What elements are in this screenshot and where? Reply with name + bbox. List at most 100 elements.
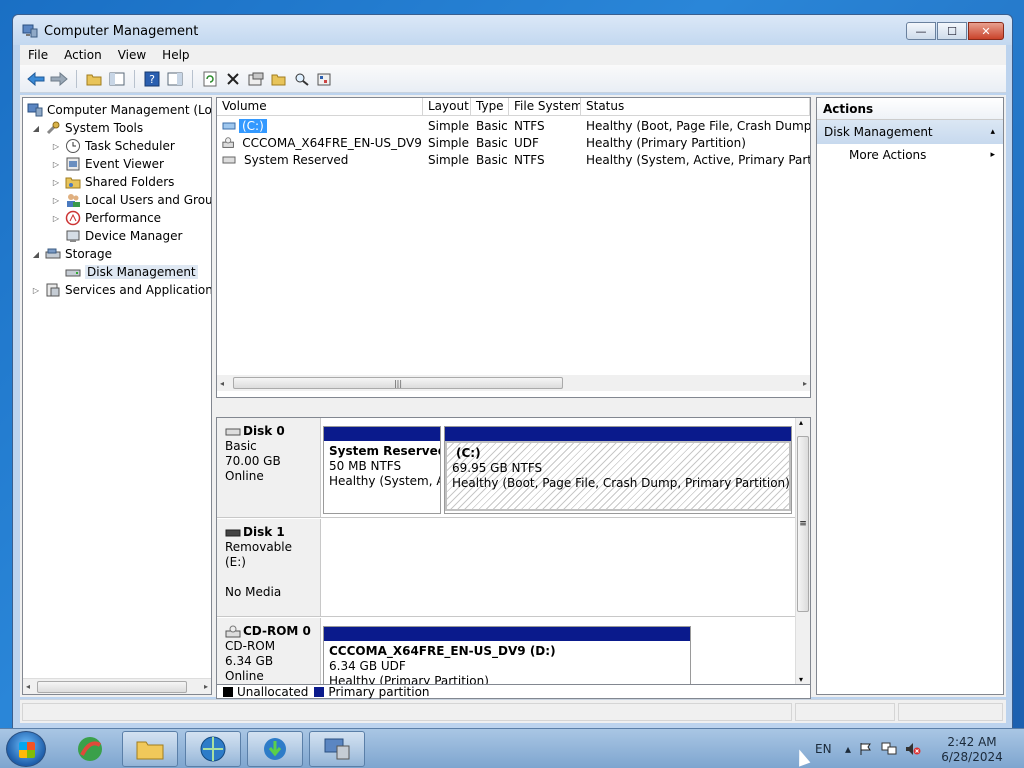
expand-arrow-icon[interactable]: ▷ [31, 286, 41, 295]
search-button[interactable] [292, 69, 312, 89]
language-indicator: EN [815, 742, 832, 756]
menu-help[interactable]: Help [154, 48, 197, 62]
expand-arrow-icon[interactable]: ▷ [51, 160, 61, 169]
scroll-thumb[interactable]: ≡ [797, 436, 809, 612]
close-button[interactable]: ✕ [968, 22, 1004, 40]
volume-cell: CCCOMA_X64FRE_EN-US_DV9 (D:) [217, 136, 423, 150]
volume-horizontal-scrollbar[interactable]: ◂ ||| ▸ [217, 375, 810, 391]
volume-muted-icon[interactable] [905, 742, 921, 756]
scroll-thumb[interactable] [37, 681, 187, 693]
tree-horizontal-scrollbar[interactable]: ◂ ▸ [23, 678, 211, 694]
show-hide-tree-button[interactable] [107, 69, 127, 89]
maximize-button[interactable]: ☐ [937, 22, 967, 40]
tree-item-computer-management[interactable]: Computer Management (Local [27, 101, 211, 119]
disk-row-disk0[interactable]: Disk 0 Basic 70.00 GB Online System Rese… [217, 418, 797, 518]
scroll-thumb[interactable]: ||| [233, 377, 563, 389]
disk-row-disk1[interactable]: Disk 1 Removable (E:) No Media [217, 519, 797, 617]
up-folder-button[interactable] [84, 69, 104, 89]
column-file-system[interactable]: File System [509, 98, 581, 115]
start-button[interactable] [6, 731, 46, 767]
tools-icon [45, 120, 61, 136]
main-content: Computer Management (Local ◢ System Tool… [20, 95, 1006, 699]
settings-button[interactable] [315, 69, 335, 89]
tree-item-label: Event Viewer [85, 157, 164, 171]
table-row[interactable]: System Reserved Simple Basic NTFS Health… [217, 151, 810, 168]
tree-item-disk-management[interactable]: Disk Management [65, 263, 198, 281]
layout-cell: Simple [428, 135, 469, 150]
back-button[interactable] [26, 69, 46, 89]
disk-map-vertical-scrollbar[interactable]: ▴ ≡ ▾ [795, 418, 810, 684]
disk-map: Disk 0 Basic 70.00 GB Online System Rese… [216, 417, 811, 685]
svg-text:?: ? [149, 73, 155, 86]
network-globe-icon [200, 736, 226, 762]
tree-item-task-scheduler[interactable]: ▷ Task Scheduler [51, 137, 175, 155]
menu-file[interactable]: File [20, 48, 56, 62]
expand-arrow-icon[interactable]: ▷ [51, 142, 61, 151]
column-layout[interactable]: Layout [423, 98, 471, 115]
menu-action[interactable]: Action [56, 48, 110, 62]
table-row[interactable]: CCCOMA_X64FRE_EN-US_DV9 (D:) Simple Basi… [217, 134, 810, 151]
scroll-left-icon[interactable]: ◂ [26, 682, 30, 691]
refresh-button[interactable] [200, 69, 220, 89]
computer-management-window: Computer Management — ☐ ✕ File Action Vi… [12, 14, 1013, 730]
tree-item-services-applications[interactable]: ▷ Services and Applications [31, 281, 211, 299]
title-bar[interactable]: Computer Management — ☐ ✕ [13, 15, 1012, 45]
system-clock[interactable]: 2:42 AM 6/28/2024 [932, 735, 1012, 765]
collapse-up-icon[interactable]: ▴ [990, 120, 995, 144]
open-folder-button[interactable] [269, 69, 289, 89]
scroll-right-icon[interactable]: ▸ [204, 682, 208, 691]
menu-view[interactable]: View [110, 48, 154, 62]
column-volume[interactable]: Volume [217, 98, 423, 115]
scroll-up-icon[interactable]: ▴ [799, 418, 803, 427]
collapse-arrow-icon[interactable]: ◢ [31, 250, 41, 259]
tree-item-system-tools[interactable]: ◢ System Tools [31, 119, 143, 137]
delete-button[interactable] [223, 69, 243, 89]
expand-arrow-icon[interactable]: ▷ [51, 178, 61, 187]
help-button[interactable]: ? [142, 69, 162, 89]
actions-section-disk-management[interactable]: Disk Management ▴ [817, 120, 1003, 144]
properties-button[interactable] [246, 69, 266, 89]
disk-row-cdrom0[interactable]: CD-ROM 0 CD-ROM 6.34 GB Online CCCOMA_X6… [217, 618, 797, 684]
scroll-left-icon[interactable]: ◂ [220, 379, 224, 388]
taskbar-app-computer-management[interactable] [309, 731, 365, 767]
minimize-button[interactable]: — [906, 22, 936, 40]
tree-item-performance[interactable]: ▷ Performance [51, 209, 161, 227]
column-status[interactable]: Status [581, 98, 810, 115]
partition-system-reserved[interactable]: System Reserved 50 MB NTFS Healthy (Syst… [323, 426, 441, 514]
tree-item-label: Shared Folders [85, 175, 175, 189]
toolbar-separator [76, 69, 77, 88]
status-cell: Healthy (Boot, Page File, Crash Dump, Pr… [586, 118, 810, 133]
scroll-right-icon[interactable]: ▸ [803, 379, 807, 388]
expand-arrow-icon[interactable]: ▷ [51, 214, 61, 223]
tree-item-local-users-groups[interactable]: ▷ Local Users and Groups [51, 191, 211, 209]
collapse-arrow-icon[interactable]: ◢ [31, 124, 41, 133]
action-center-flag-icon[interactable] [859, 742, 873, 756]
partition-d-drive[interactable]: CCCOMA_X64FRE_EN-US_DV9 (D:) 6.34 GB UDF… [323, 626, 691, 684]
tree-item-storage[interactable]: ◢ Storage [31, 245, 112, 263]
tree-item-device-manager[interactable]: Device Manager [65, 227, 182, 245]
tray-language[interactable]: EN [815, 729, 832, 768]
device-manager-icon [65, 228, 81, 244]
column-type[interactable]: Type [471, 98, 509, 115]
taskbar-app-installer[interactable] [247, 731, 303, 767]
removable-disk-icon [225, 529, 241, 536]
taskbar-app-browser[interactable] [62, 731, 118, 767]
table-row[interactable]: (C:) Simple Basic NTFS Healthy (Boot, Pa… [217, 117, 810, 134]
expand-arrow-icon[interactable]: ▷ [51, 196, 61, 205]
menu-bar: File Action View Help [20, 45, 1006, 65]
partition-c-drive[interactable]: (C:) 69.95 GB NTFS Healthy (Boot, Page F… [444, 426, 792, 514]
settings-icon [317, 73, 331, 85]
tree-item-event-viewer[interactable]: ▷ Event Viewer [51, 155, 164, 173]
partition-status: Healthy (System, Ac [329, 474, 440, 488]
partition-body: System Reserved 50 MB NTFS Healthy (Syst… [324, 441, 440, 492]
show-hidden-icons-arrow-icon[interactable]: ▴ [845, 742, 851, 756]
taskbar-app-network[interactable] [185, 731, 241, 767]
more-actions-item[interactable]: More Actions ▸ [817, 144, 1003, 166]
taskbar-app-file-explorer[interactable] [122, 731, 178, 767]
show-hide-action-pane-button[interactable] [165, 69, 185, 89]
disk-name: CD-ROM 0 [243, 624, 311, 638]
network-icon[interactable] [881, 742, 897, 756]
scroll-down-icon[interactable]: ▾ [799, 675, 803, 684]
tree-item-shared-folders[interactable]: ▷ Shared Folders [51, 173, 174, 191]
forward-button[interactable] [49, 69, 69, 89]
